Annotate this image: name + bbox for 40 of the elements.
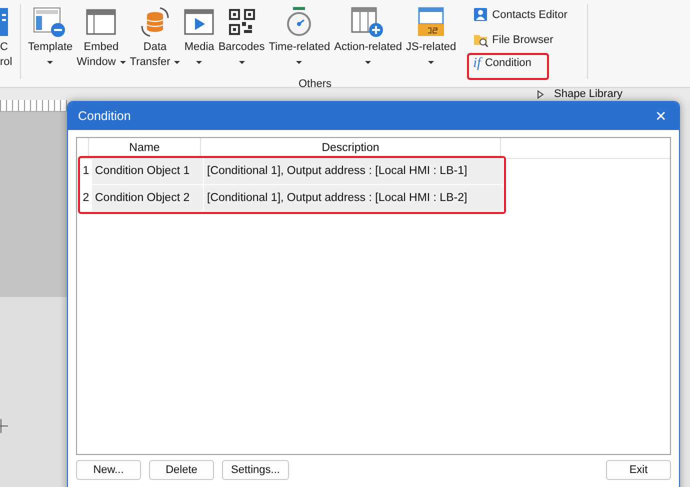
row-number: 2 — [82, 191, 90, 206]
row-number: 1 — [82, 164, 90, 179]
ribbon-button[interactable]: Template — [27, 0, 74, 80]
folder-search-icon — [473, 32, 488, 47]
dialog-button[interactable]: New... — [76, 460, 141, 480]
condition-icon: if — [473, 57, 481, 71]
expand-icon[interactable] — [537, 90, 544, 98]
ribbon-button[interactable]: Action-related — [333, 0, 404, 80]
ribbon-button[interactable]: Barcodes — [217, 0, 266, 80]
dialog-button[interactable]: Settings... — [222, 460, 289, 480]
ribbon-button[interactable]: JS-related — [405, 0, 458, 80]
layout-icon — [33, 6, 68, 38]
ribbon-label: rol — [0, 55, 12, 70]
ribbon-button[interactable]: Data Transfer — [128, 0, 182, 80]
database-icon — [140, 6, 170, 38]
table-cell: [Conditional 1], Output address : [Local HMI : LB-2] — [204, 185, 504, 212]
ribbon-button[interactable]: if Condition — [467, 53, 550, 80]
contact-icon — [473, 7, 488, 22]
group-label: Others — [297, 78, 332, 90]
table-cell: [Conditional 1], Output address : [Local HMI : LB-1] — [204, 158, 504, 185]
ribbon-label: C — [0, 40, 8, 55]
dialog-title: Condition — [78, 109, 131, 123]
ruler — [0, 100, 67, 112]
ribbon-button[interactable]: Contacts Editor — [467, 3, 574, 26]
close-button[interactable]: ✕ — [649, 108, 673, 124]
js-file-icon — [417, 6, 446, 38]
window-icon — [86, 8, 116, 36]
stopwatch-icon — [285, 6, 314, 38]
play-icon — [184, 8, 214, 36]
table-cell: Condition Object 1 — [92, 158, 204, 185]
ribbon-button[interactable]: File Browser — [467, 28, 574, 51]
table-cell: Condition Object 2 — [92, 185, 204, 212]
ribbon-button[interactable]: Media — [183, 0, 216, 80]
qr-code-icon — [228, 9, 255, 35]
dialog-button[interactable]: Delete — [149, 460, 214, 480]
ribbon-button[interactable]: Time-related — [268, 0, 332, 80]
exit-button[interactable]: Exit — [606, 460, 671, 480]
ribbon-button[interactable]: Embed Window — [76, 0, 127, 80]
panel-title: Shape Library — [554, 88, 624, 100]
table-plus-icon — [351, 6, 386, 38]
